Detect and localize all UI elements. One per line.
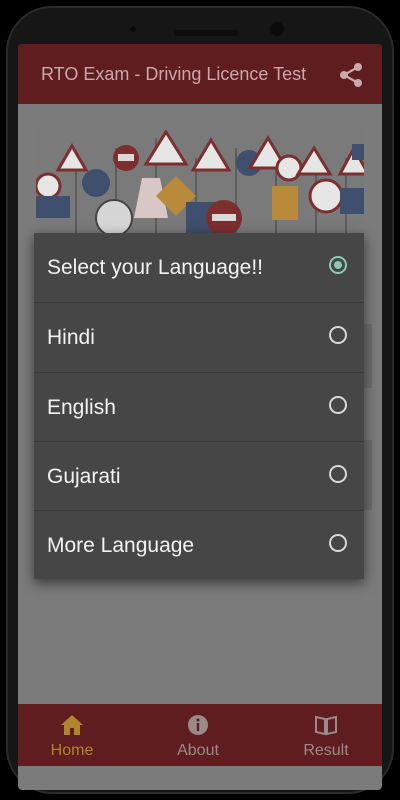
option-select-language[interactable]: Select your Language!! <box>34 233 364 302</box>
option-label: More Language <box>47 534 195 557</box>
option-gujarati[interactable]: Gujarati <box>34 442 364 511</box>
option-label: Gujarati <box>47 465 121 488</box>
option-english[interactable]: English <box>34 373 364 442</box>
phone-camera <box>270 22 284 36</box>
share-icon[interactable] <box>336 60 366 90</box>
radio-button[interactable] <box>329 465 347 483</box>
phone-speaker <box>174 30 238 36</box>
radio-button[interactable] <box>329 326 347 344</box>
app-title: RTO Exam - Driving Licence Test <box>41 64 307 84</box>
radio-button[interactable] <box>329 534 347 552</box>
option-label: Hindi <box>47 326 95 349</box>
nav-about[interactable]: About <box>148 704 248 766</box>
underlying-card-edge <box>364 440 372 510</box>
home-icon <box>61 715 83 735</box>
option-label: Select your Language!! <box>47 256 263 279</box>
option-label: English <box>47 396 116 419</box>
info-icon <box>188 715 208 735</box>
phone-sensor <box>130 26 136 32</box>
nav-result-label: Result <box>303 742 349 759</box>
language-dialog: Select your Language!! Hindi English Guj… <box>34 233 364 579</box>
option-more-language[interactable]: More Language <box>34 511 364 580</box>
book-icon <box>315 715 337 736</box>
nav-home[interactable]: Home <box>22 704 122 766</box>
nav-result[interactable]: Result <box>276 704 376 766</box>
nav-home-label: Home <box>50 742 94 759</box>
radio-button-selected[interactable] <box>329 256 347 274</box>
app-bar: RTO Exam - Driving Licence Test <box>18 44 382 104</box>
radio-button[interactable] <box>329 396 347 414</box>
option-hindi[interactable]: Hindi <box>34 303 364 372</box>
underlying-card-edge <box>364 324 372 388</box>
nav-about-label: About <box>177 742 219 759</box>
bottom-navigation: Home About Result <box>18 704 382 766</box>
traffic-signs-banner <box>36 128 364 238</box>
